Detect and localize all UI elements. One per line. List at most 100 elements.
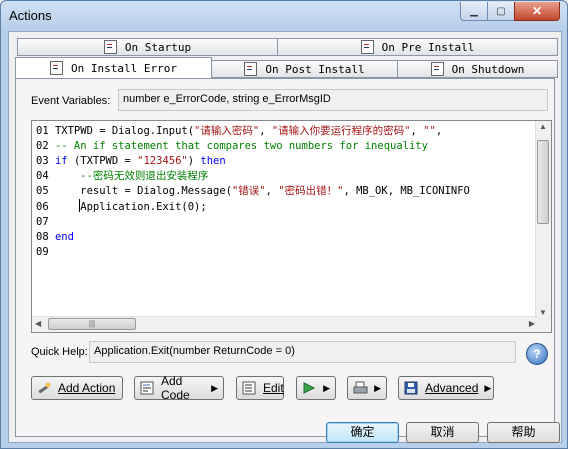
code-line[interactable]: 05 result = Dialog.Message("错误", "密码出错！"…: [36, 184, 528, 199]
scroll-down-icon[interactable]: ▼: [539, 308, 547, 317]
code-token: "请输入你要运行程序的密码": [271, 125, 411, 137]
add-action-label: Add Action: [58, 381, 116, 395]
code-token: (TXTPWD =: [67, 155, 138, 167]
code-line[interactable]: 08 end: [36, 230, 528, 245]
code-token: ,: [435, 125, 443, 137]
tab-label: On Shutdown: [451, 62, 525, 76]
printer-icon: [353, 381, 368, 394]
tab-label: On Install Error: [71, 61, 177, 75]
line-number: 01: [36, 125, 55, 137]
line-number: 04: [36, 170, 55, 182]
tab-on-shutdown[interactable]: On Shutdown: [397, 60, 558, 78]
close-icon: ✕: [531, 4, 543, 18]
code-line[interactable]: 03 if (TXTPWD = "123456") then: [36, 154, 528, 169]
maximize-button[interactable]: ▢: [487, 2, 515, 21]
save-disk-icon: [404, 381, 418, 395]
help-icon[interactable]: ?: [526, 343, 548, 365]
script-icon: [50, 61, 64, 75]
code-token: "": [423, 125, 436, 137]
advanced-button[interactable]: Advanced ▶: [398, 376, 494, 400]
tab-label: On Post Install: [265, 62, 365, 76]
code-area[interactable]: 01 TXTPWD = Dialog.Input("请输入密码", "请输入你要…: [36, 124, 528, 260]
code-token: then: [200, 155, 226, 167]
tab-on-pre-install[interactable]: On Pre Install: [277, 38, 558, 56]
add-code-label: Add Code: [161, 374, 190, 402]
scroll-left-icon[interactable]: ◀: [35, 319, 41, 328]
dropdown-arrow-icon: ▶: [374, 382, 381, 393]
script-editor[interactable]: 01 TXTPWD = Dialog.Input("请输入密码", "请输入你要…: [31, 120, 552, 333]
code-token: result = Dialog.Message(: [54, 185, 232, 197]
line-number: 07: [36, 216, 55, 228]
line-number: 02: [36, 140, 55, 152]
edit-button[interactable]: Edit: [236, 376, 284, 400]
dropdown-arrow-icon: ▶: [323, 382, 330, 393]
code-token: "请输入密码": [194, 125, 260, 137]
code-token: ,: [410, 125, 424, 137]
window-title: Actions: [9, 8, 52, 23]
line-number: 09: [36, 246, 55, 258]
code-token: "123456": [137, 155, 188, 167]
event-variables-label: Event Variables:: [31, 95, 111, 107]
horizontal-scroll-thumb[interactable]: |||: [48, 318, 136, 330]
scroll-right-icon[interactable]: ▶: [529, 319, 535, 328]
code-token: , MB_OK, MB_ICONINFO: [343, 185, 470, 197]
script-icon: [244, 62, 258, 76]
quick-help-field: Application.Exit(number ReturnCode = 0): [89, 341, 516, 363]
scroll-up-icon[interactable]: ▲: [539, 122, 547, 131]
code-token: if: [54, 155, 68, 167]
edit-icon: [242, 381, 256, 395]
event-variables-field: number e_ErrorCode, string e_ErrorMsgID: [118, 89, 548, 111]
tab-on-post-install[interactable]: On Post Install: [211, 60, 398, 78]
script-icon: [103, 40, 117, 54]
line-number: 06: [36, 201, 55, 213]
script-icon: [360, 40, 374, 54]
tab-label: On Pre Install: [381, 40, 475, 54]
code-line[interactable]: 04 --密码无效则退出安装程序: [36, 169, 528, 184]
title-bar[interactable]: Actions ▁ ▢ ✕: [1, 1, 567, 31]
code-token: Application.Exit(0);: [80, 201, 207, 213]
code-line[interactable]: 02 -- An if statement that compares two …: [36, 139, 528, 154]
code-icon: [140, 381, 154, 395]
code-token: end: [54, 231, 74, 243]
code-line[interactable]: 07: [36, 215, 528, 230]
code-line[interactable]: 06 Application.Exit(0);: [36, 199, 528, 215]
minimize-icon: ▁: [470, 5, 478, 17]
tab-on-install-error[interactable]: On Install Error: [15, 57, 212, 78]
cancel-button[interactable]: 取消: [406, 422, 479, 443]
horizontal-scrollbar[interactable]: ◀ ||| ▶: [32, 316, 538, 332]
code-line[interactable]: 01 TXTPWD = Dialog.Input("请输入密码", "请输入你要…: [36, 124, 528, 139]
add-code-button[interactable]: Add Code ▶: [134, 374, 224, 402]
script-icon: [430, 62, 444, 76]
line-number: 03: [36, 155, 55, 167]
code-token: "密码出错！": [278, 185, 344, 197]
code-token: ): [187, 155, 201, 167]
minimize-button[interactable]: ▁: [460, 2, 488, 21]
edit-label: Edit: [263, 381, 284, 395]
vertical-scrollbar[interactable]: ▲ ▼: [535, 121, 551, 318]
code-line[interactable]: 09: [36, 245, 528, 260]
run-action-button[interactable]: ▶: [296, 376, 336, 400]
code-token: ,: [259, 125, 272, 137]
ok-button[interactable]: 确定: [326, 422, 399, 443]
code-token: TXTPWD = Dialog.Input(: [54, 125, 195, 137]
tab-on-startup[interactable]: On Startup: [17, 38, 278, 56]
help-button[interactable]: 帮助: [487, 422, 560, 443]
line-number: 05: [36, 185, 55, 197]
close-button[interactable]: ✕: [514, 2, 560, 21]
vertical-scroll-thumb[interactable]: [537, 140, 549, 224]
code-token: --密码无效则退出安装程序: [54, 170, 209, 182]
quick-help-label: Quick Help:: [31, 346, 88, 358]
print-button[interactable]: ▶: [347, 376, 387, 400]
dropdown-arrow-icon: ▶: [211, 382, 218, 393]
code-token: ,: [265, 185, 279, 197]
scroll-corner: [536, 317, 551, 332]
play-icon: [303, 382, 316, 394]
add-action-button[interactable]: Add Action: [31, 376, 123, 400]
maximize-icon: ▢: [496, 5, 506, 17]
dropdown-arrow-icon: ▶: [484, 382, 492, 393]
tab-label: On Startup: [124, 40, 192, 54]
wand-icon: [38, 382, 51, 394]
advanced-label: Advanced: [425, 381, 479, 395]
code-token: -- An if statement that compares two num…: [54, 140, 428, 152]
